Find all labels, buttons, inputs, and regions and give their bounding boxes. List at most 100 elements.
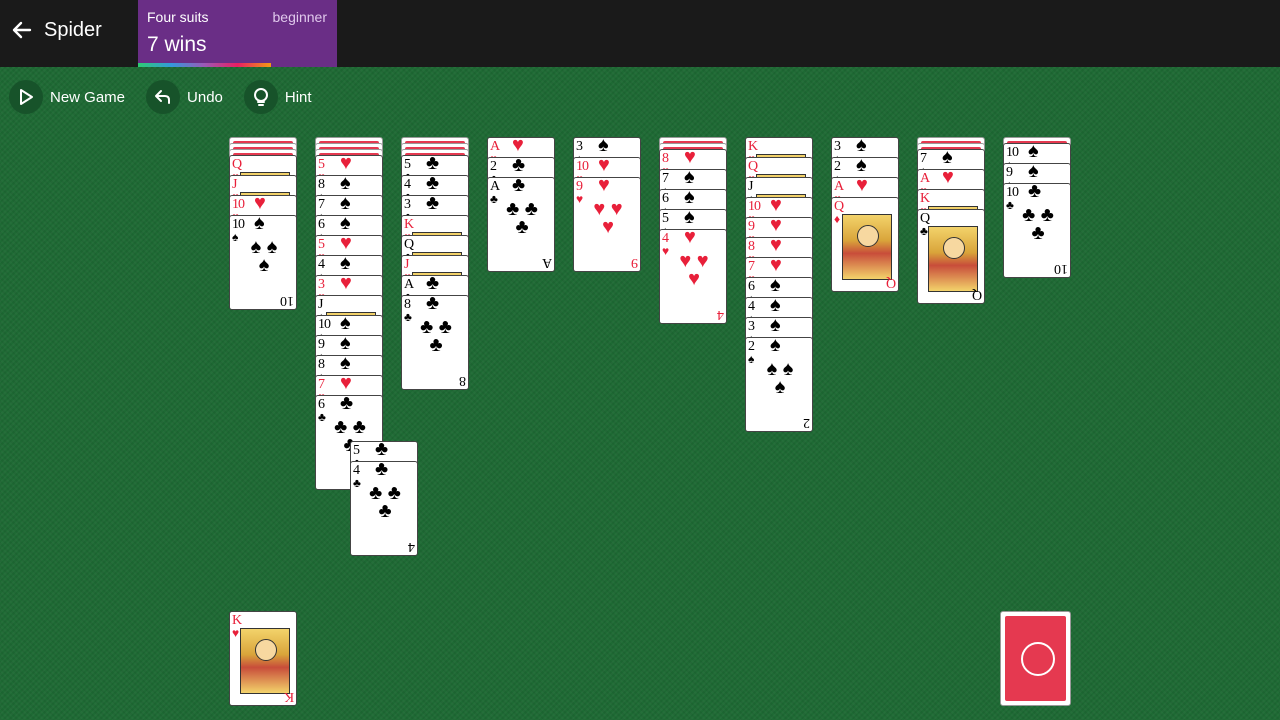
card-pip-icon: ♠ — [340, 175, 351, 194]
card-pip-icon: ♥ — [340, 235, 352, 254]
card-pip-icon: ♠ — [684, 209, 695, 228]
card-pip-icon: ♥ — [770, 197, 782, 216]
card-pip-icon: ♠ — [770, 297, 781, 316]
card-pip-icon: ♣ — [426, 295, 440, 314]
card-pip-icon: ♠ — [340, 315, 351, 334]
mode-suits: Four suits — [147, 9, 209, 25]
play-icon — [9, 80, 43, 114]
card-pip-icon: ♥ — [770, 257, 782, 276]
card-pip-icon: ♥ — [254, 195, 266, 214]
card-pip-icon: ♥ — [512, 137, 524, 156]
card-suit-icon: ♣ — [1006, 198, 1014, 212]
card-suit-icon: ♣ — [353, 476, 361, 490]
card-pip-icon: ♠ — [340, 355, 351, 374]
undo-button[interactable]: Undo — [146, 80, 223, 114]
card-pip-icon: ♠ — [598, 137, 609, 156]
card-pip-icon: ♣ — [426, 155, 440, 174]
card-pip-icon: ♠ — [254, 215, 265, 234]
card-pip-icon: ♥ — [942, 169, 954, 188]
card-pip-icon: ♠ — [770, 337, 781, 356]
card-pip-icon: ♠ — [340, 215, 351, 234]
card-pip-icon: ♠ — [856, 157, 867, 176]
card-pip-icon: ♥ — [598, 177, 610, 196]
card-pip-icon: ♥ — [340, 155, 352, 174]
card-rank-bottom: 9 — [631, 255, 638, 270]
card-rank-bottom: K — [283, 689, 294, 704]
card-pip-icon: ♠ — [770, 317, 781, 336]
toolbar: New Game Undo Hint — [9, 80, 333, 114]
tableau-card[interactable]: 10 ♣ ♣ ♣ ♣ ♣ 10 — [1003, 183, 1071, 278]
card-pip-icon: ♠ — [684, 189, 695, 208]
tableau-card[interactable]: Q♣Q — [917, 209, 985, 304]
foundation-card[interactable]: K ♥ K — [229, 611, 297, 706]
card-rank-bottom: 4 — [717, 307, 724, 322]
card-suit-icon: ♣ — [318, 410, 326, 424]
lightbulb-icon — [243, 80, 278, 114]
wins-count: 7 wins — [147, 33, 207, 56]
card-suit-icon: ♥ — [576, 192, 584, 206]
hint-label: Hint — [284, 88, 312, 106]
top-bar: Spider Four suits beginner 7 wins — [0, 0, 1280, 67]
card-pip-icon: ♥ — [770, 217, 782, 236]
card-pip-icon: ♣ — [375, 441, 389, 460]
court-card-face — [842, 214, 892, 280]
card-suit-icon: ♠ — [748, 352, 755, 366]
card-center-pips: ♣ ♣ ♣ — [506, 198, 538, 238]
card-pip-icon: ♠ — [340, 255, 351, 274]
card-back-ornament-icon — [1021, 642, 1055, 676]
tableau-card[interactable]: 4 ♥ ♥ ♥ ♥ ♥ 4 — [659, 229, 727, 324]
mode-level: beginner — [272, 9, 328, 25]
progress-bar — [138, 63, 271, 67]
card-center-pips: ♣ ♣ ♣ — [1022, 204, 1054, 244]
card-suit-icon: ♠ — [232, 230, 239, 244]
card-center-pips: ♥ ♥ ♥ — [593, 198, 623, 238]
card-center-pips: ♣ ♣ ♣ — [420, 316, 452, 356]
hint-button[interactable]: Hint — [243, 80, 312, 114]
card-center-pips: ♠ ♠ ♠ — [250, 236, 278, 276]
card-pip-icon: ♠ — [856, 137, 867, 156]
card-pip-icon: ♥ — [684, 149, 696, 168]
card-pip-icon: ♥ — [340, 275, 352, 294]
card-suit-icon: ♥ — [662, 244, 670, 258]
tableau-card[interactable]: 9♥♥♥ ♥ ♥9 — [573, 177, 641, 272]
card-pip-icon: ♥ — [770, 237, 782, 256]
card-pip-icon: ♣ — [340, 395, 354, 414]
tableau-card[interactable]: Q ♦ Q — [831, 197, 899, 292]
card-pip-icon: ♣ — [426, 195, 440, 214]
court-card-face — [928, 226, 978, 292]
card-rank-bottom: 10 — [1054, 261, 1068, 276]
back-button[interactable]: Spider — [10, 18, 102, 42]
card-pip-icon: ♠ — [770, 277, 781, 296]
card-pip-icon: ♥ — [340, 375, 352, 394]
card-rank-bottom: 2 — [803, 415, 810, 430]
card-center-pips: ♣ ♣ ♣ — [369, 482, 401, 522]
card-pip-icon: ♠ — [340, 195, 351, 214]
tableau-card[interactable]: 8 ♣ ♣ ♣ ♣ ♣ 8 — [401, 295, 469, 390]
card-pip-icon: ♥ — [684, 229, 696, 248]
court-card-face — [240, 628, 290, 694]
arrow-left-icon — [10, 18, 34, 42]
tableau-card[interactable]: 10♠♠♠ ♠ ♠10 — [229, 215, 297, 310]
card-pip-icon: ♣ — [512, 157, 526, 176]
card-center-pips: ♠ ♠ ♠ — [766, 358, 794, 398]
card-rank-bottom: Q — [885, 275, 896, 290]
game-mode-card[interactable]: Four suits beginner 7 wins — [138, 0, 337, 67]
stock-pile[interactable] — [1000, 611, 1071, 706]
card-suit-icon: ♣ — [920, 224, 928, 238]
card-pip-icon: ♠ — [942, 149, 953, 168]
card-pip-icon: ♥ — [856, 177, 868, 196]
tableau-card[interactable]: A♣♣♣ ♣ ♣A — [487, 177, 555, 272]
new-game-button[interactable]: New Game — [9, 80, 125, 114]
card-pip-icon: ♣ — [512, 177, 526, 196]
card-pip-icon: ♠ — [1028, 163, 1039, 182]
card-pip-icon: ♣ — [375, 461, 389, 480]
card-suit-icon: ♣ — [404, 310, 412, 324]
card-suit-icon: ♥ — [232, 626, 240, 640]
new-game-label: New Game — [50, 88, 126, 106]
dragging-card[interactable]: 4 ♣ ♣ ♣ ♣ ♣ 4 — [350, 461, 418, 556]
card-rank-bottom: 4 — [408, 539, 415, 554]
card-center-pips: ♥ ♥ ♥ — [679, 250, 709, 290]
card-rank-bottom: 8 — [459, 373, 466, 388]
card-rank-bottom: 10 — [280, 293, 294, 308]
tableau-card[interactable]: 2♠♠♠ ♠ ♠2 — [745, 337, 813, 432]
